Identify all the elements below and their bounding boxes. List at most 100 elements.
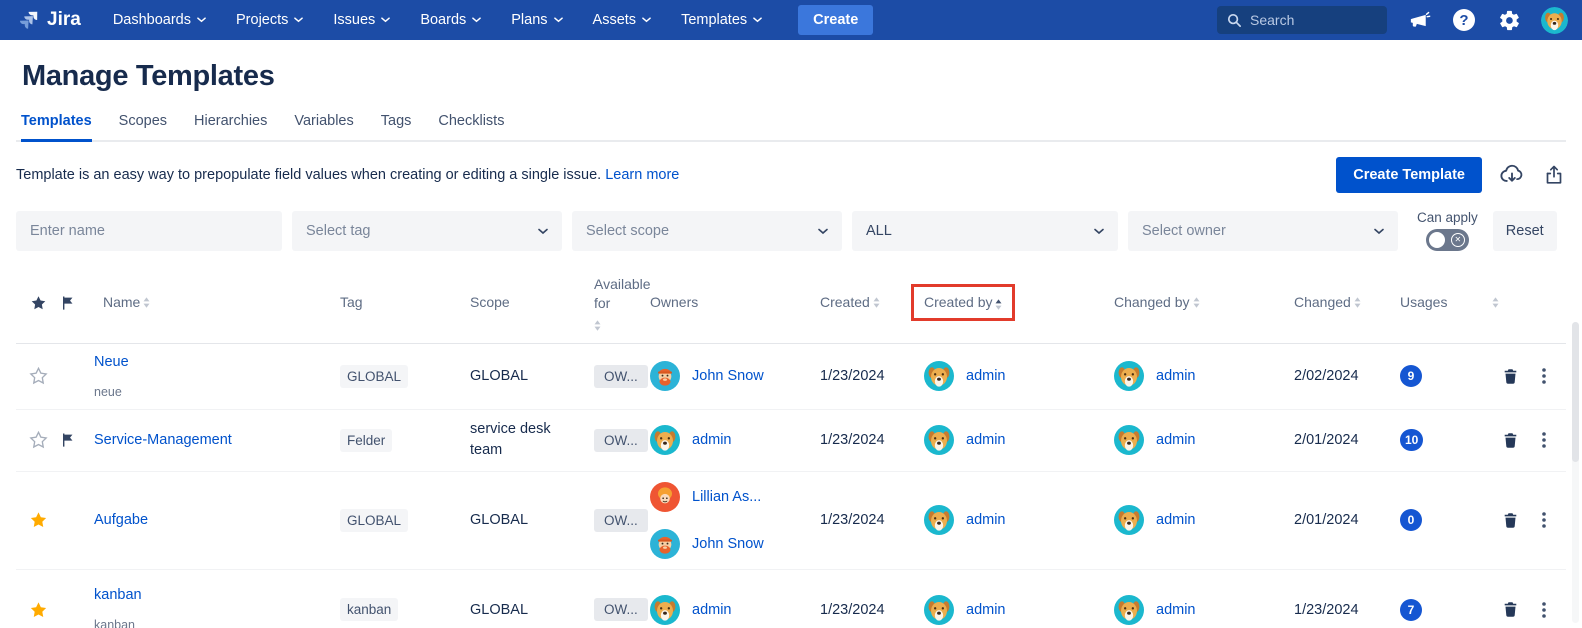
tag-header-label: Tag	[340, 293, 363, 312]
usages-badge[interactable]: 10	[1400, 429, 1423, 451]
available-for-chip[interactable]: OW...	[594, 598, 648, 621]
nav-plans[interactable]: Plans	[511, 12, 562, 28]
usages-badge[interactable]: 0	[1400, 509, 1422, 531]
more-actions-button[interactable]	[1542, 602, 1546, 618]
type-filter-select[interactable]: ALL	[852, 211, 1118, 251]
scope-value: GLOBAL	[470, 368, 528, 384]
delete-button[interactable]	[1502, 601, 1519, 618]
changed-by-column-header[interactable]: Changed by	[1114, 293, 1294, 312]
trash-icon	[1502, 368, 1519, 385]
tab-tags[interactable]: Tags	[381, 113, 412, 142]
created-by-column-header[interactable]: Created by	[924, 293, 1114, 312]
owners-header-label: Owners	[650, 293, 698, 312]
more-actions-button[interactable]	[1542, 368, 1546, 384]
flag-column-header[interactable]	[60, 295, 94, 311]
nav-plans-label: Plans	[511, 12, 547, 28]
owner-link[interactable]: Lillian As...	[692, 489, 761, 505]
search-input[interactable]	[1250, 12, 1370, 28]
name-column-header[interactable]: Name	[94, 293, 340, 312]
delete-button[interactable]	[1502, 512, 1519, 529]
import-cloud-download-icon[interactable]	[1499, 162, 1525, 188]
nav-search-box[interactable]	[1217, 6, 1387, 34]
star-toggle[interactable]	[16, 367, 60, 385]
nav-assets-label: Assets	[593, 12, 637, 28]
star-filled-icon	[29, 511, 48, 529]
created-date: 1/23/2024	[820, 368, 885, 384]
template-name-link[interactable]: Aufgabe	[94, 512, 148, 528]
star-toggle[interactable]	[16, 601, 60, 619]
nav-issues[interactable]: Issues	[333, 12, 390, 28]
changed-by-link[interactable]: admin	[1156, 512, 1196, 528]
settings-gear-icon[interactable]	[1496, 7, 1522, 33]
created-by-link[interactable]: admin	[966, 512, 1006, 528]
scrollbar-thumb[interactable]	[1572, 322, 1579, 462]
available-for-chip[interactable]: OW...	[594, 429, 648, 452]
flag-cell	[60, 432, 94, 448]
more-actions-button[interactable]	[1542, 432, 1546, 448]
tab-hierarchies[interactable]: Hierarchies	[194, 113, 267, 142]
created-by-link[interactable]: admin	[966, 602, 1006, 618]
vertical-scrollbar[interactable]	[1572, 322, 1579, 623]
owner-link[interactable]: admin	[692, 602, 732, 618]
owner-link[interactable]: John Snow	[692, 368, 764, 384]
more-actions-button[interactable]	[1542, 512, 1546, 528]
name-filter-input[interactable]	[16, 211, 282, 251]
help-icon[interactable]: ?	[1451, 7, 1477, 33]
jira-logo[interactable]: Jira	[18, 9, 81, 31]
export-share-icon[interactable]	[1542, 163, 1566, 187]
created-column-header[interactable]: Created	[820, 293, 924, 312]
star-toggle[interactable]	[16, 431, 60, 449]
changed-by-link[interactable]: admin	[1156, 602, 1196, 618]
nav-assets[interactable]: Assets	[593, 12, 652, 28]
create-template-button[interactable]: Create Template	[1336, 157, 1482, 193]
star-toggle[interactable]	[16, 511, 60, 529]
nav-templates[interactable]: Templates	[681, 12, 762, 28]
changed-header-label: Changed	[1294, 293, 1351, 312]
avatar-dog	[1114, 595, 1144, 625]
star-column-header[interactable]	[16, 295, 60, 311]
nav-templates-label: Templates	[681, 12, 747, 28]
tab-variables[interactable]: Variables	[294, 113, 353, 142]
nav-dashboards[interactable]: Dashboards	[113, 12, 206, 28]
page-title: Manage Templates	[22, 60, 1566, 93]
chevron-down-icon	[753, 17, 762, 23]
nav-boards-label: Boards	[420, 12, 466, 28]
nav-create-button[interactable]: Create	[798, 5, 873, 35]
reset-button[interactable]: Reset	[1493, 211, 1557, 251]
nav-boards[interactable]: Boards	[420, 12, 481, 28]
created-by-link[interactable]: admin	[966, 432, 1006, 448]
can-apply-toggle[interactable]: ✕	[1426, 229, 1469, 251]
nav-projects[interactable]: Projects	[236, 12, 303, 28]
changed-date: 2/01/2024	[1294, 432, 1359, 448]
announcement-megaphone-icon[interactable]	[1406, 7, 1432, 33]
delete-button[interactable]	[1502, 432, 1519, 449]
delete-button[interactable]	[1502, 368, 1519, 385]
owner-link[interactable]: admin	[692, 432, 732, 448]
user-avatar[interactable]	[1541, 7, 1568, 34]
scope-filter-placeholder: Select scope	[586, 223, 669, 239]
changed-by-link[interactable]: admin	[1156, 432, 1196, 448]
tag-filter-select[interactable]: Select tag	[292, 211, 562, 251]
tab-templates[interactable]: Templates	[21, 113, 92, 142]
created-by-link[interactable]: admin	[966, 368, 1006, 384]
avatar-dog	[1114, 425, 1144, 455]
scope-filter-select[interactable]: Select scope	[572, 211, 842, 251]
tab-checklists[interactable]: Checklists	[438, 113, 504, 142]
template-name-link[interactable]: Neue	[94, 354, 129, 370]
usages-column-header[interactable]: Usages	[1400, 293, 1490, 312]
template-name-link[interactable]: kanban	[94, 587, 142, 603]
help-glyph: ?	[1453, 9, 1475, 31]
tab-scopes[interactable]: Scopes	[119, 113, 167, 142]
owner-link[interactable]: John Snow	[692, 536, 764, 552]
avatar-john-snow	[650, 361, 680, 391]
available-for-chip[interactable]: OW...	[594, 509, 648, 532]
usages-badge[interactable]: 9	[1400, 365, 1422, 387]
template-name-link[interactable]: Service-Management	[94, 432, 232, 448]
available-for-chip[interactable]: OW...	[594, 365, 648, 388]
changed-column-header[interactable]: Changed	[1294, 293, 1400, 312]
changed-by-link[interactable]: admin	[1156, 368, 1196, 384]
learn-more-link[interactable]: Learn more	[605, 167, 679, 183]
usages-badge[interactable]: 7	[1400, 599, 1422, 621]
available-for-column-header[interactable]: Available for	[594, 275, 650, 331]
owner-filter-select[interactable]: Select owner	[1128, 211, 1398, 251]
